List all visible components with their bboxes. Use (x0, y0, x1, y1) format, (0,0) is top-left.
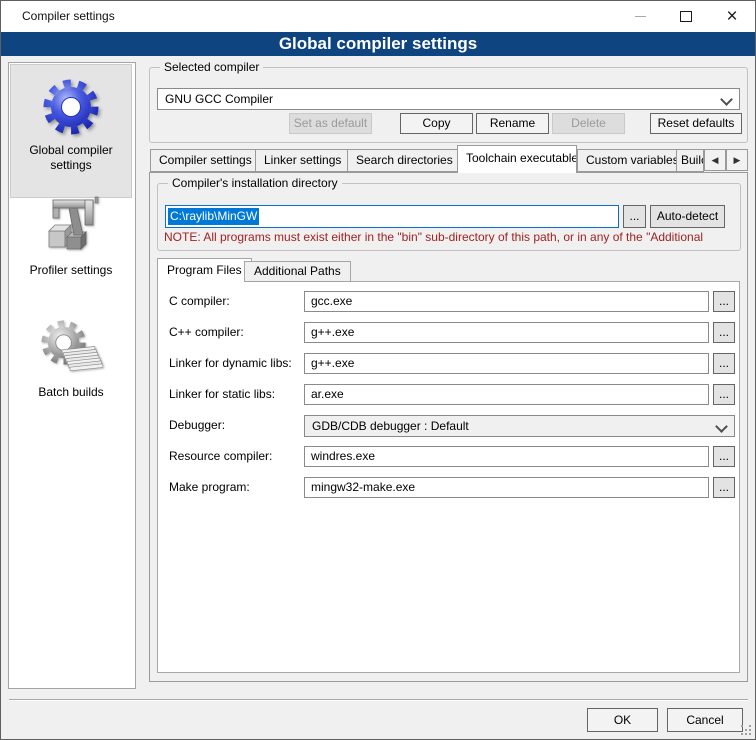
field-value: ar.exe (311, 387, 344, 401)
sidebar-item-batch-builds[interactable]: Batch builds (11, 313, 131, 425)
c-compiler-browse-button[interactable]: ... (713, 291, 735, 312)
field-value: GDB/CDB debugger : Default (312, 419, 469, 433)
sidebar-item-label: Profiler settings (19, 263, 123, 278)
linker-static-input[interactable]: ar.exe (304, 384, 709, 405)
gray-gear-stack-icon (39, 317, 103, 381)
minimize-icon (635, 16, 646, 17)
auto-detect-button[interactable]: Auto-detect (650, 205, 725, 228)
field-label: Linker for dynamic libs: (169, 356, 292, 370)
tab-search-directories[interactable]: Search directories (347, 149, 460, 172)
field-label: C++ compiler: (169, 325, 244, 339)
tab-custom-variables[interactable]: Custom variables (577, 149, 677, 172)
rename-button[interactable]: Rename (476, 113, 549, 134)
delete-button[interactable]: Delete (552, 113, 625, 134)
cancel-button[interactable]: Cancel (667, 708, 743, 732)
subtab-additional-paths[interactable]: Additional Paths (244, 261, 351, 282)
field-label: Make program: (169, 480, 250, 494)
install-dir-input[interactable]: C:\raylib\MinGW (165, 205, 619, 228)
selected-compiler-group-label: Selected compiler (160, 60, 263, 74)
linker-static-browse-button[interactable]: ... (713, 384, 735, 405)
copy-button[interactable]: Copy (400, 113, 473, 134)
close-button[interactable]: × (709, 1, 755, 32)
field-value: mingw32-make.exe (311, 480, 415, 494)
linker-dynamic-browse-button[interactable]: ... (713, 353, 735, 374)
dialog-banner-title: Global compiler settings (1, 32, 755, 56)
arrow-right-icon: ▶ (734, 155, 741, 165)
field-label: Debugger: (169, 418, 225, 432)
maximize-button[interactable] (663, 1, 709, 32)
field-value: gcc.exe (311, 294, 352, 308)
debugger-select[interactable]: GDB/CDB debugger : Default (304, 415, 735, 437)
set-as-default-button[interactable]: Set as default (289, 113, 372, 134)
chevron-down-icon (720, 93, 733, 106)
maximize-icon (680, 11, 692, 22)
field-value: g++.exe (311, 325, 354, 339)
footer-separator (9, 699, 748, 701)
install-dir-group-label: Compiler's installation directory (168, 176, 342, 190)
tab-scroll-right-button[interactable]: ▶ (726, 149, 748, 171)
tab-compiler-settings[interactable]: Compiler settings (150, 149, 256, 172)
caliper-icon (39, 195, 103, 259)
resize-grip[interactable] (741, 725, 751, 735)
cpp-compiler-browse-button[interactable]: ... (713, 322, 735, 343)
subtab-program-files[interactable]: Program Files (157, 258, 252, 282)
window-title: Compiler settings (22, 9, 115, 23)
selected-compiler-dropdown[interactable]: GNU GCC Compiler (157, 88, 740, 110)
chevron-down-icon (715, 420, 728, 433)
settings-category-sidebar: Global compiler settings (8, 62, 136, 689)
resource-compiler-browse-button[interactable]: ... (713, 446, 735, 467)
sidebar-item-label: Batch builds (19, 385, 123, 400)
linker-dynamic-input[interactable]: g++.exe (304, 353, 709, 374)
make-program-input[interactable]: mingw32-make.exe (304, 477, 709, 498)
tab-scroll-left-button[interactable]: ◀ (704, 149, 726, 171)
resource-compiler-input[interactable]: windres.exe (304, 446, 709, 467)
blue-gear-icon (39, 75, 103, 139)
caption-buttons: × (617, 1, 755, 32)
install-dir-note: NOTE: All programs must exist either in … (164, 230, 742, 244)
field-label: C compiler: (169, 294, 230, 308)
sidebar-item-global-compiler-settings[interactable]: Global compiler settings (10, 64, 132, 198)
make-program-browse-button[interactable]: ... (713, 477, 735, 498)
compiler-settings-dialog: Compiler settings × Global compiler sett… (0, 0, 756, 740)
sidebar-item-label: Global compiler settings (19, 143, 123, 173)
reset-defaults-button[interactable]: Reset defaults (650, 113, 742, 134)
sidebar-item-profiler-settings[interactable]: Profiler settings (11, 191, 131, 303)
c-compiler-input[interactable]: gcc.exe (304, 291, 709, 312)
selected-compiler-value: GNU GCC Compiler (165, 92, 273, 106)
field-label: Resource compiler: (169, 449, 272, 463)
install-dir-browse-button[interactable]: ... (623, 205, 646, 228)
ok-button[interactable]: OK (587, 708, 658, 732)
tab-build-clipped[interactable]: Builc (676, 149, 704, 172)
arrow-left-icon: ◀ (712, 155, 719, 165)
field-value: windres.exe (311, 449, 375, 463)
tab-linker-settings[interactable]: Linker settings (255, 149, 348, 172)
close-icon: × (726, 7, 737, 26)
install-dir-selected-text: C:\raylib\MinGW (168, 208, 259, 225)
tab-toolchain-executables[interactable]: Toolchain executables (457, 145, 577, 173)
minimize-button[interactable] (617, 1, 663, 32)
titlebar: Compiler settings × (1, 1, 755, 32)
cpp-compiler-input[interactable]: g++.exe (304, 322, 709, 343)
field-value: g++.exe (311, 356, 354, 370)
field-label: Linker for static libs: (169, 387, 275, 401)
